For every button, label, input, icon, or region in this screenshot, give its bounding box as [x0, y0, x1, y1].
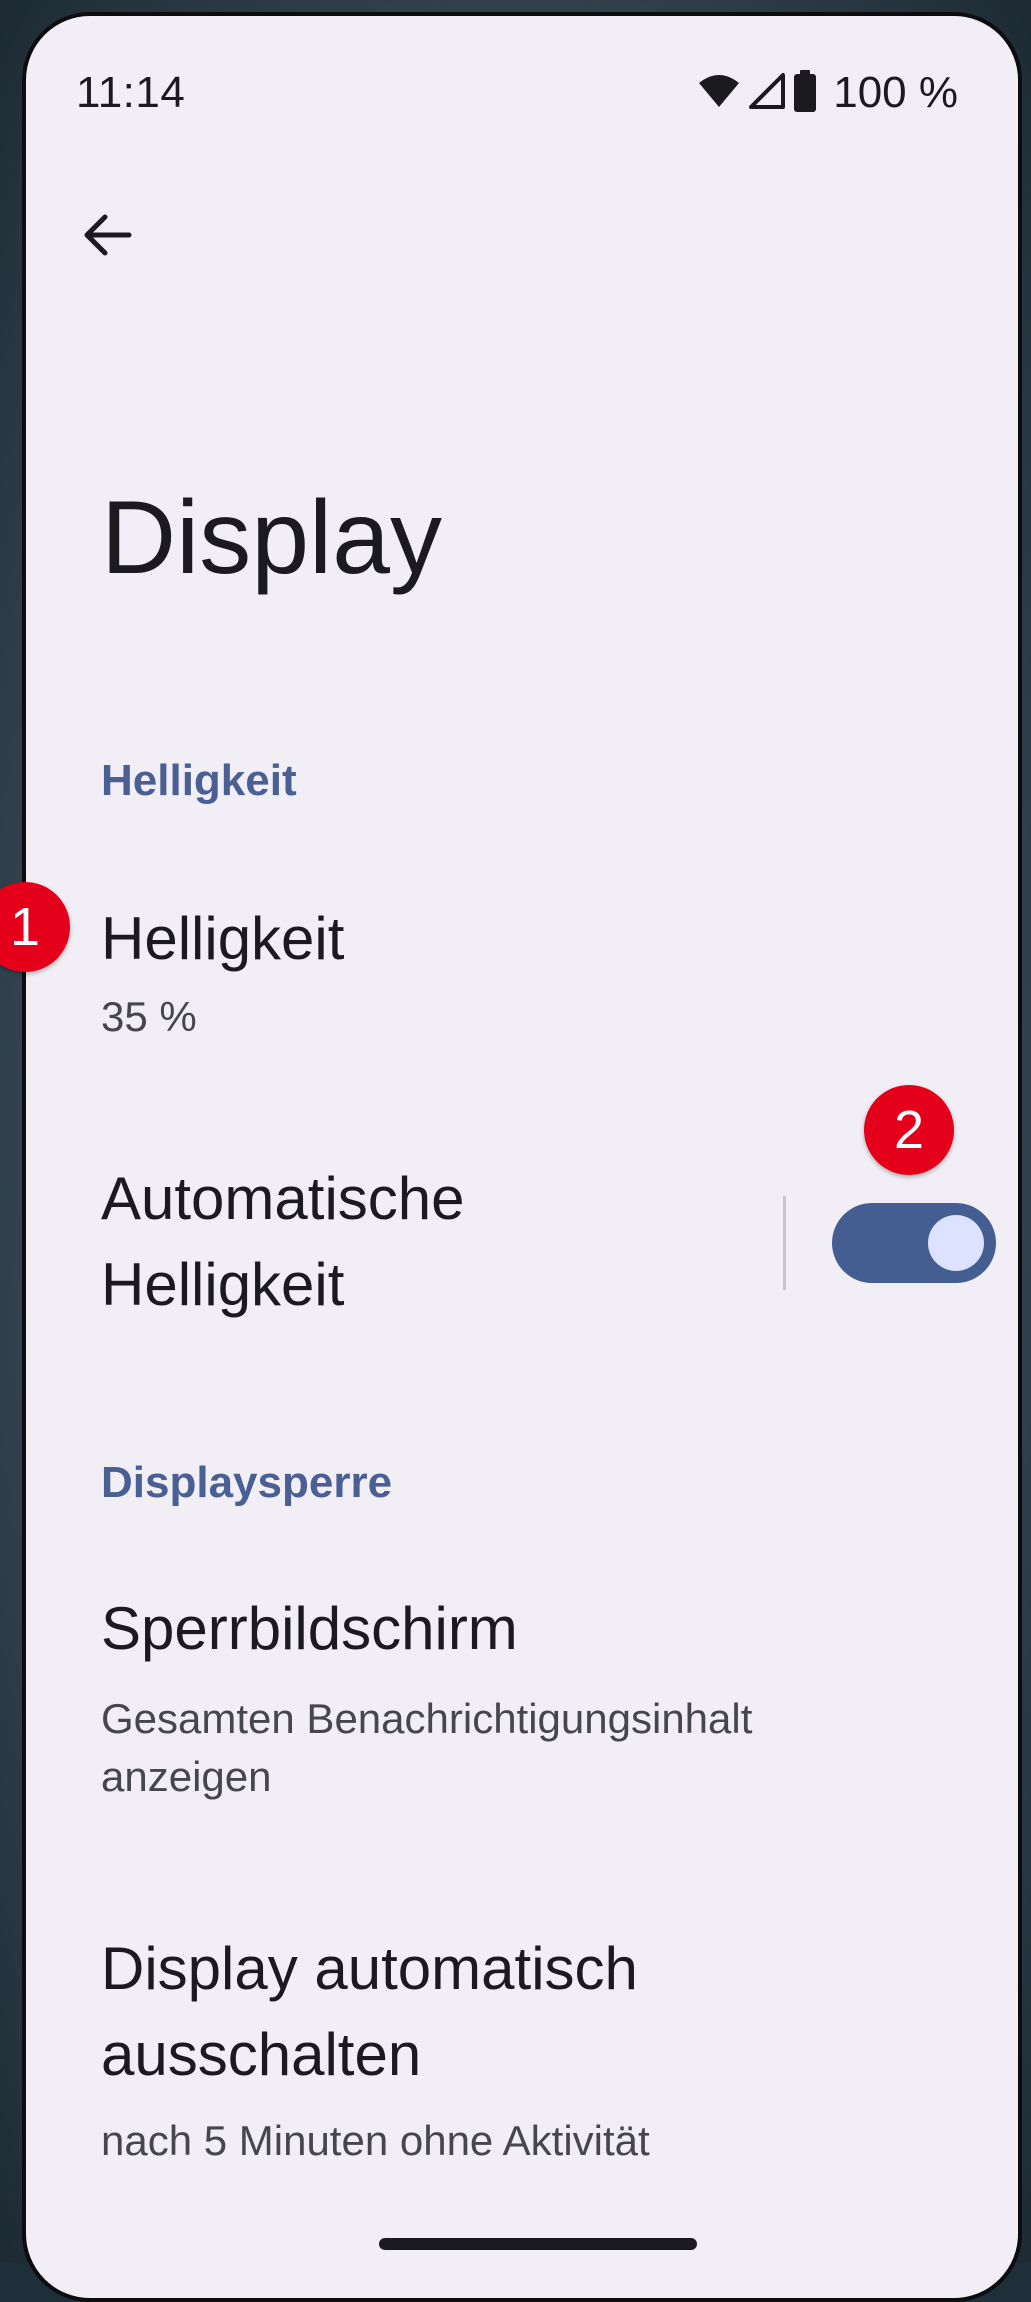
arrow-left-icon	[79, 207, 135, 268]
auto-brightness-row[interactable]: Automatische Helligkeit	[26, 1146, 766, 1346]
auto-brightness-title-line1: Automatische	[101, 1165, 465, 1232]
screen-timeout-row[interactable]: Display automatisch ausschalten nach 5 M…	[26, 1916, 1018, 2176]
toggle-divider	[783, 1196, 786, 1290]
toggle-thumb	[928, 1215, 984, 1271]
section-header-brightness: Helligkeit	[101, 756, 297, 805]
annotation-marker-2: 2	[864, 1085, 954, 1175]
battery-icon	[793, 69, 817, 118]
back-button[interactable]	[72, 202, 142, 272]
screen-timeout-title-line1: Display automatisch	[101, 1935, 638, 2002]
section-header-display-lock: Displaysperre	[101, 1458, 393, 1507]
page-title: Display	[101, 480, 442, 596]
battery-percentage: 100 %	[833, 68, 958, 117]
navigation-handle[interactable]	[379, 2238, 697, 2250]
lock-screen-summary-line2: anzeigen	[101, 1753, 272, 1800]
status-icons: 100 %	[697, 66, 958, 120]
wifi-icon	[697, 73, 741, 114]
lock-screen-title: Sperrbildschirm	[101, 1595, 518, 1662]
screen-timeout-summary: nach 5 Minuten ohne Aktivität	[101, 2117, 650, 2164]
status-bar: 11:14 100 %	[26, 16, 1018, 166]
brightness-summary: 35 %	[101, 993, 197, 1040]
auto-brightness-title-line2: Helligkeit	[101, 1251, 345, 1318]
screen-timeout-title-line2: ausschalten	[101, 2021, 422, 2088]
brightness-row[interactable]: Helligkeit 35 %	[26, 876, 1018, 1076]
auto-brightness-toggle[interactable]	[832, 1203, 996, 1283]
cell-signal-icon	[747, 71, 787, 116]
status-time: 11:14	[76, 68, 186, 117]
brightness-title: Helligkeit	[101, 905, 345, 972]
lock-screen-summary-line1: Gesamten Benachrichtigungsinhalt	[101, 1695, 753, 1742]
lock-screen-row[interactable]: Sperrbildschirm Gesamten Benachrichtigun…	[26, 1576, 1018, 1836]
